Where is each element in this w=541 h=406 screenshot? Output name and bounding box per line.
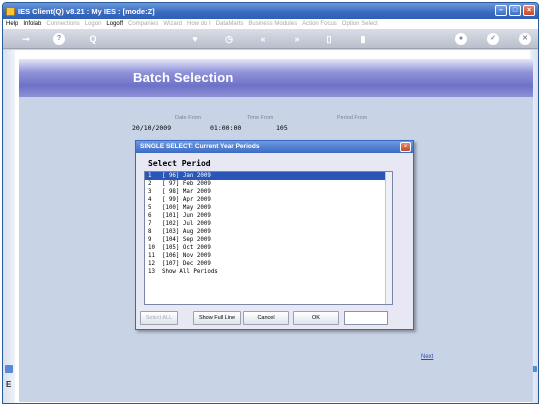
period-list-item[interactable]: 9 [104] Sep 2009 [145,236,392,244]
show-full-line-button[interactable]: Show Full Line [193,311,241,325]
menu-item[interactable]: Logon [85,21,102,27]
date-from-field[interactable]: 20/10/2009 [132,124,171,132]
window-controls: – □ × [495,5,535,16]
menu-item[interactable]: How do I [187,21,211,27]
menu-item[interactable]: Companies [128,21,158,27]
time-from-field[interactable]: 01:00:00 [210,124,241,132]
period-list-item[interactable]: 4 [ 99] Apr 2009 [145,196,392,204]
menu-item[interactable]: Logoff [106,21,123,27]
menu-item[interactable]: Option Select [342,21,378,27]
key-icon[interactable]: ⊸ [13,33,39,45]
app-icon [6,6,15,16]
maximize-icon[interactable]: □ [509,5,521,16]
dialog-heading: Select Period [148,159,211,168]
next-link[interactable]: Next [421,354,433,360]
check-icon[interactable]: ✓ [487,33,499,45]
select-all-button[interactable]: Select ALL [140,311,178,325]
minimize-icon[interactable]: – [495,5,507,16]
page-title: Batch Selection [133,70,234,85]
list-scrollbar[interactable] [385,172,392,304]
period-list-item[interactable]: 8 [103] Aug 2009 [145,228,392,236]
page-icon[interactable]: ▮ [357,33,369,45]
menu-item[interactable]: Help [6,21,18,27]
search-icon[interactable]: Q [87,33,99,45]
window-title: IES Client(Q) v8.21 : My IES : [mode:Z] [18,6,155,16]
period-list-item[interactable]: 10 [105] Oct 2009 [145,244,392,252]
cancel-button[interactable]: Cancel [243,311,289,325]
page-header: Batch Selection [19,59,533,97]
menu-item[interactable]: Infolab [23,21,41,27]
help-icon[interactable]: ? [53,33,65,45]
document-icon[interactable]: ▯ [323,33,335,45]
close-window-icon[interactable]: × [523,5,535,16]
exit-icon[interactable]: ✕ [519,33,531,45]
forward-icon[interactable]: » [291,33,303,45]
dialog-button-row: Select ALL Show Full Line Cancel OK [136,311,413,327]
menu-bar: Help Infolab Connections Logon Logoff Compani… [3,19,538,29]
app-window: IES Client(Q) v8.21 : My IES : [mode:Z] … [2,2,539,404]
heart-icon[interactable]: ♥ [189,33,201,45]
toolbar: ⊸ ? Q ♥ ◷ « » ▯ ▮ ● ✓ ✕ [3,29,538,49]
period-list-item[interactable]: 2 [ 97] Feb 2009 [145,180,392,188]
clock-icon[interactable]: ◷ [223,33,235,45]
period-list-item[interactable]: 13 Show All Periods [145,268,392,276]
period-list[interactable]: 1 [ 96] Jan 2009 2 [ 97] Feb 2009 3 [ 98] … [144,171,393,305]
period-list-item[interactable]: 12 [107] Dec 2009 [145,260,392,268]
date-from-label: Date From [175,115,201,121]
period-from-field[interactable]: 105 [276,124,288,132]
settings-icon[interactable]: ● [455,33,467,45]
menu-item[interactable]: Wizard [163,21,182,27]
dialog-title: SINGLE SELECT: Current Year Periods [136,141,413,153]
dialog-close-icon[interactable]: × [400,142,411,152]
rewind-icon[interactable]: « [257,33,269,45]
sidebar-tool-icon[interactable] [5,365,13,373]
time-from-label: Time From [247,115,274,121]
period-list-item[interactable]: 3 [ 98] Mar 2009 [145,188,392,196]
period-list-item[interactable]: 1 [ 96] Jan 2009 [145,172,392,180]
period-list-rows: 1 [ 96] Jan 2009 2 [ 97] Feb 2009 3 [ 98] … [145,172,392,276]
period-list-item[interactable]: 7 [102] Jul 2009 [145,220,392,228]
period-list-item[interactable]: 5 [100] May 2009 [145,204,392,212]
ok-button[interactable]: OK [293,311,339,325]
menu-item[interactable]: Action Focus [302,21,337,27]
left-sidebar: E [3,50,15,403]
filter-input[interactable] [344,311,388,325]
title-bar: IES Client(Q) v8.21 : My IES : [mode:Z] … [3,3,538,19]
sidebar-letter[interactable]: E [6,380,11,389]
period-list-item[interactable]: 11 [106] Nov 2009 [145,252,392,260]
period-from-label: Period From [337,115,368,121]
period-list-item[interactable]: 6 [101] Jun 2009 [145,212,392,220]
menu-item[interactable]: DataMarts [216,21,244,27]
menu-item[interactable]: Business Modules [248,21,297,27]
menu-item[interactable]: Connections [46,21,79,27]
period-select-dialog: SINGLE SELECT: Current Year Periods × Se… [135,140,414,330]
